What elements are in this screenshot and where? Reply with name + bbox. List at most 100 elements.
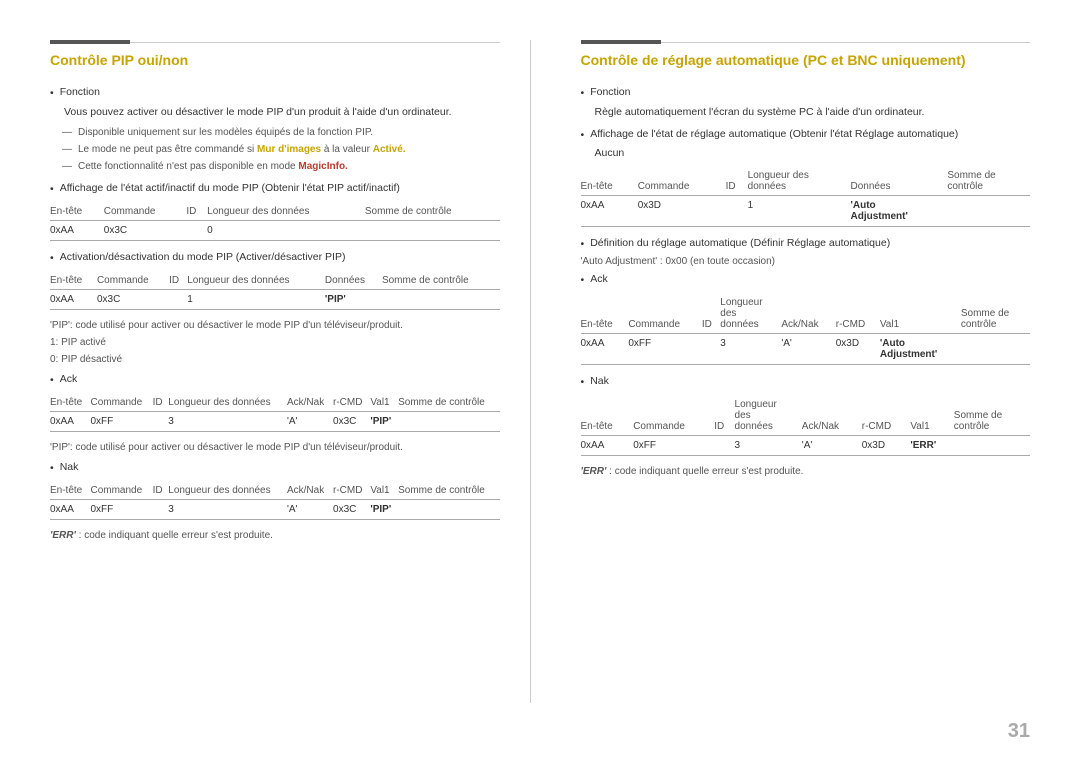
ack-label-right: Ack [590, 273, 608, 286]
th-rcmd-rack: r-CMD [836, 294, 880, 334]
td-acknak: 'A' [781, 333, 835, 364]
th-donnees-2: Données [325, 272, 382, 290]
td-id [726, 195, 748, 226]
td-entete: 0xAA [581, 435, 634, 455]
td-id [714, 435, 734, 455]
th-somme-nak: Somme de contrôle [398, 482, 499, 500]
th-val1-rnak: Val1 [910, 396, 953, 436]
table-nak-left: En-tête Commande ID Longueur des données… [50, 482, 500, 520]
td-somme [947, 195, 1030, 226]
th-entete-ack: En-tête [50, 394, 90, 412]
td-val1: 'AutoAdjustment' [880, 333, 961, 364]
th-commande-1: Commande [104, 203, 187, 221]
bullet-dot-r3: • [581, 238, 585, 250]
th-id-ack: ID [153, 394, 169, 412]
bullet-dot-r2: • [581, 129, 585, 141]
right-section-title: Contrôle de réglage automatique (PC et B… [581, 52, 1031, 72]
td-id [153, 411, 169, 431]
pip-activé: 1: PIP activé [50, 337, 500, 348]
th-acknak-rnak: Ack/Nak [802, 396, 862, 436]
left-column: Contrôle PIP oui/non • Fonction Vous pou… [50, 40, 531, 703]
td-commande: 0xFF [90, 499, 152, 519]
th-entete-1: En-tête [50, 203, 104, 221]
th-id-nak: ID [153, 482, 169, 500]
definition-bullet-right: • Définition du réglage automatique (Déf… [581, 237, 1031, 250]
th-longueur-rack: Longueurdesdonnées [720, 294, 781, 334]
th-acknak-nak: Ack/Nak [287, 482, 333, 500]
affichage-pip-label: Affichage de l'état actif/inactif du mod… [60, 182, 400, 195]
td-somme [961, 333, 1030, 364]
td-val1: 'ERR' [910, 435, 953, 455]
td-commande: 0x3C [104, 220, 187, 240]
fonction-desc-right: Règle automatiquement l'écran du système… [595, 105, 1031, 120]
th-longueur-nak: Longueur des données [168, 482, 287, 500]
td-id [169, 289, 187, 309]
td-commande: 0xFF [628, 333, 702, 364]
activation-pip-bullet: • Activation/désactivation du mode PIP (… [50, 251, 500, 264]
table-row: 0xAA 0xFF 3 'A' 0x3D 'ERR' [581, 435, 1031, 455]
th-longueur-ack: Longueur des données [168, 394, 287, 412]
td-longueur: 1 [748, 195, 851, 226]
fonction-label: Fonction [60, 86, 100, 99]
td-somme [382, 289, 500, 309]
td-commande: 0xFF [90, 411, 152, 431]
td-somme [398, 411, 499, 431]
ack-label-left: Ack [60, 373, 78, 386]
top-bar-right [581, 40, 1031, 44]
fonction-bullet: • Fonction [50, 86, 500, 99]
td-entete: 0xAA [50, 220, 104, 240]
top-bar-line-right [661, 42, 1031, 43]
th-id-2: ID [169, 272, 187, 290]
table-etat-pip: En-tête Commande ID Longueur des données… [50, 203, 500, 241]
bullet-dot-4: • [50, 374, 54, 386]
th-commande-r1: Commande [638, 167, 726, 196]
bullet-dot-1: • [50, 87, 54, 99]
auto-adj-note: 'Auto Adjustment' : 0x00 (en toute occas… [581, 256, 1031, 267]
page: Contrôle PIP oui/non • Fonction Vous pou… [0, 0, 1080, 763]
td-somme [365, 220, 500, 240]
td-acknak: 'A' [287, 499, 333, 519]
table-row: 0xAA 0xFF 3 'A' 0x3C 'PIP' [50, 411, 500, 431]
table-nak-right: En-tête Commande ID Longueurdesdonnées A… [581, 396, 1031, 456]
em-text-2: Cette fonctionnalité n'est pas disponibl… [78, 160, 348, 174]
td-entete: 0xAA [50, 499, 90, 519]
th-rcmd-rnak: r-CMD [862, 396, 911, 436]
th-donnees-r1: Données [850, 167, 947, 196]
top-bar-line [130, 42, 500, 43]
page-number: 31 [1008, 720, 1030, 743]
bullet-dot-2: • [50, 183, 54, 195]
bullet-dot-3: • [50, 252, 54, 264]
th-somme-rnak: Somme decontrôle [954, 396, 1030, 436]
td-acknak: 'A' [287, 411, 333, 431]
td-id [186, 220, 207, 240]
th-longueur-rnak: Longueurdesdonnées [735, 396, 802, 436]
th-rcmd-ack: r-CMD [333, 394, 370, 412]
table-activation-pip: En-tête Commande ID Longueur des données… [50, 272, 500, 310]
th-val1-rack: Val1 [880, 294, 961, 334]
td-longueur: 3 [735, 435, 802, 455]
em-item-0: — Disponible uniquement sur les modèles … [62, 126, 500, 140]
bullet-dot-r1: • [581, 87, 585, 99]
th-somme-2: Somme de contrôle [382, 272, 500, 290]
th-longueur-r1: Longueur desdonnées [748, 167, 851, 196]
top-bar-accent [50, 40, 130, 44]
td-id [702, 333, 720, 364]
right-column: Contrôle de réglage automatique (PC et B… [571, 40, 1031, 703]
td-entete: 0xAA [581, 195, 638, 226]
definition-label-right: Définition du réglage automatique (Défin… [590, 237, 890, 250]
td-val1: 'PIP' [370, 499, 398, 519]
th-id-rack: ID [702, 294, 720, 334]
th-somme-r1: Somme decontrôle [947, 167, 1030, 196]
td-longueur: 1 [187, 289, 325, 309]
td-commande: 0x3D [638, 195, 726, 226]
em-dash-0: — [62, 126, 72, 140]
th-entete-rnak: En-tête [581, 396, 634, 436]
table-ack-left: En-tête Commande ID Longueur des données… [50, 394, 500, 432]
em-dash-1: — [62, 143, 72, 157]
ack-bullet-right: • Ack [581, 273, 1031, 286]
th-acknak-rack: Ack/Nak [781, 294, 835, 334]
affichage-bullet-right: • Affichage de l'état de réglage automat… [581, 128, 1031, 141]
th-commande-ack: Commande [90, 394, 152, 412]
affichage-label-right: Affichage de l'état de réglage automatiq… [590, 128, 958, 141]
td-donnees: 'PIP' [325, 289, 382, 309]
